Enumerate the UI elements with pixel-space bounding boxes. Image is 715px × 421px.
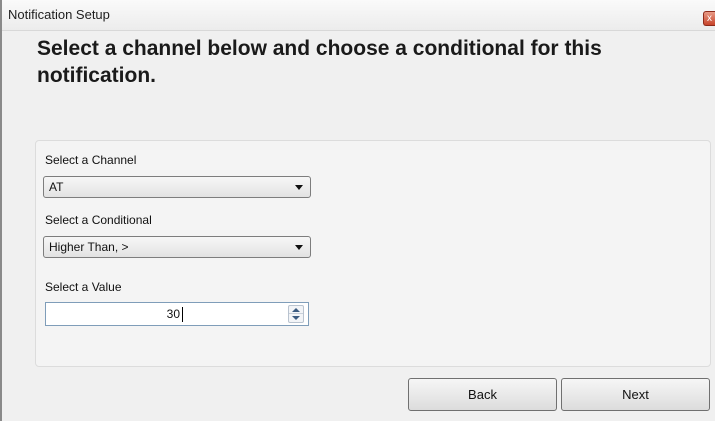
notification-setup-window: Notification Setup x Select a channel be… — [0, 0, 715, 421]
conditional-selected-value: Higher Than, > — [49, 240, 129, 254]
spin-buttons — [288, 305, 304, 323]
conditional-label: Select a Conditional — [45, 213, 152, 227]
window-title: Notification Setup — [8, 7, 110, 22]
arrow-down-icon — [292, 316, 300, 320]
arrow-up-icon — [292, 308, 300, 312]
chevron-down-icon — [295, 185, 303, 190]
close-button[interactable]: x — [703, 11, 715, 26]
value-input[interactable]: 30 — [46, 307, 180, 321]
conditional-select[interactable]: Higher Than, > — [43, 236, 311, 258]
channel-selected-value: AT — [49, 180, 64, 194]
page-title: Select a channel below and choose a cond… — [37, 37, 602, 87]
back-button[interactable]: Back — [408, 378, 557, 411]
value-label: Select a Value — [45, 280, 122, 294]
title-bar[interactable]: Notification Setup x — [2, 0, 715, 31]
channel-select[interactable]: AT — [43, 176, 311, 198]
spin-up-button[interactable] — [289, 306, 303, 314]
text-caret — [182, 307, 183, 322]
next-button[interactable]: Next — [561, 378, 710, 411]
spin-down-button[interactable] — [289, 314, 303, 322]
chevron-down-icon — [295, 245, 303, 250]
close-icon: x — [707, 13, 712, 24]
value-spinner[interactable]: 30 — [45, 302, 309, 326]
channel-label: Select a Channel — [45, 153, 137, 167]
